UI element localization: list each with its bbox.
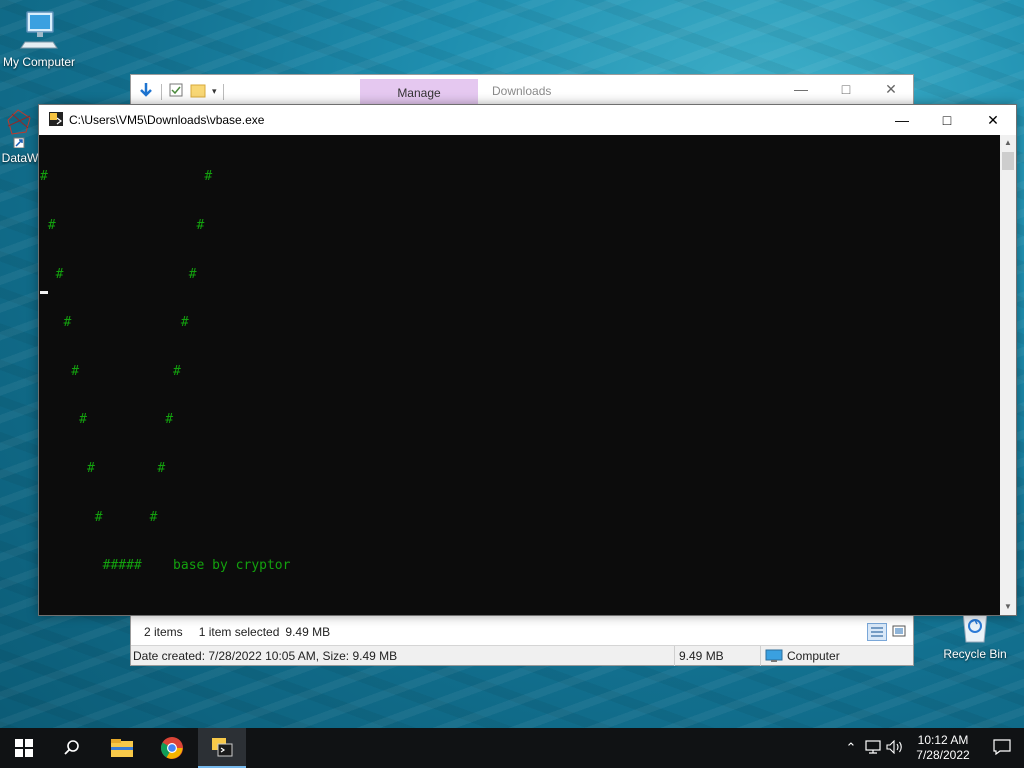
explorer-titlebar[interactable]: ▾ Manage Downloads — □ ✕: [131, 75, 913, 107]
start-button[interactable]: [0, 728, 48, 768]
explorer-minimize-button[interactable]: —: [791, 81, 811, 97]
customize-toolbar-dropdown-icon[interactable]: ▾: [212, 86, 217, 97]
search-icon: [64, 740, 79, 755]
scroll-down-arrow-icon[interactable]: ▼: [1000, 599, 1016, 615]
console-output-area[interactable]: # # # # # # # # # # # # # # # # ##### ba…: [39, 135, 1000, 615]
console-window[interactable]: C:\Users\VM5\Downloads\vbase.exe — □ ✕ #…: [38, 104, 1017, 616]
desktop-icon-dataw[interactable]: DataW: [0, 108, 40, 165]
quick-access-toolbar: ▾: [137, 81, 224, 102]
explorer-maximize-button[interactable]: □: [836, 81, 856, 97]
chrome-icon: [161, 737, 183, 759]
console-line: ##### base by cryptor: [40, 558, 291, 574]
selection-size: 9.49 MB: [285, 625, 331, 639]
network-icon[interactable]: [862, 739, 884, 757]
show-hidden-icons-chevron-up-icon[interactable]: ⌃: [840, 740, 862, 756]
toolbar-divider: [161, 83, 162, 100]
volume-icon[interactable]: [884, 739, 906, 757]
text-cursor: [40, 291, 48, 294]
explorer-title: Downloads: [492, 84, 552, 98]
console-line: # #: [40, 412, 174, 428]
console-app-icon: [49, 112, 63, 126]
console-titlebar[interactable]: C:\Users\VM5\Downloads\vbase.exe — □ ✕: [39, 105, 1016, 135]
scrollbar-thumb[interactable]: [1002, 152, 1014, 170]
large-icons-view-button[interactable]: [890, 623, 910, 641]
selection-count: 1 item selected: [198, 625, 280, 639]
item-count: 2 items: [144, 625, 183, 639]
console-line: # #: [40, 266, 197, 282]
console-close-button[interactable]: ✕: [970, 105, 1016, 135]
explorer-details-bar: Date created: 7/28/2022 10:05 AM, Size: …: [131, 645, 913, 666]
desktop-icon-label: DataW: [1, 151, 39, 165]
desktop-icon-label: Recycle Bin: [943, 647, 1007, 661]
desktop-icon-my-computer[interactable]: My Computer: [0, 8, 78, 69]
large-icons-view-icon: [892, 625, 906, 637]
taskbar-file-explorer[interactable]: [98, 728, 146, 768]
taskbar: ⌃ 10:12 AM 7/28/2022: [0, 728, 1024, 768]
file-details-size: 9.49 MB: [675, 645, 761, 666]
clock-time: 10:12 AM: [917, 733, 969, 747]
console-minimize-button[interactable]: —: [879, 105, 925, 135]
console-line: # #: [40, 315, 189, 331]
taskbar-clock[interactable]: 10:12 AM 7/28/2022: [906, 733, 980, 763]
clock-date: 7/28/2022: [916, 748, 970, 762]
console-app-icon: [212, 738, 233, 757]
details-view-button[interactable]: [867, 623, 887, 641]
console-line: # #: [40, 509, 158, 525]
scroll-up-arrow-icon[interactable]: ▲: [1000, 135, 1016, 151]
start-icon: [15, 739, 33, 757]
console-maximize-button[interactable]: □: [924, 105, 970, 135]
properties-icon[interactable]: [168, 82, 184, 101]
system-tray: ⌃ 10:12 AM 7/28/2022: [840, 728, 1024, 768]
details-location: Computer: [761, 649, 840, 663]
download-arrow-icon[interactable]: [137, 81, 155, 102]
taskbar-console-app[interactable]: [198, 728, 246, 768]
details-view-icon: [871, 627, 883, 637]
shortcut-icon: [7, 109, 31, 149]
details-location-label: Computer: [787, 648, 840, 663]
tab-manage[interactable]: Manage: [360, 79, 478, 107]
explorer-close-button[interactable]: ✕: [881, 81, 901, 98]
console-output-text: # # # # # # # # # # # # # # # # ##### ba…: [40, 137, 290, 607]
console-line: # #: [40, 363, 181, 379]
toolbar-divider: [222, 83, 224, 100]
file-explorer-icon: [111, 739, 133, 757]
file-details-info: Date created: 7/28/2022 10:05 AM, Size: …: [131, 645, 675, 666]
computer-icon: [765, 649, 783, 662]
action-center-notification-icon[interactable]: [980, 738, 1024, 758]
console-line: # #: [40, 461, 166, 477]
console-scrollbar[interactable]: ▲ ▼: [1000, 135, 1016, 615]
desktop-icon-label: My Computer: [2, 55, 76, 69]
console-title: C:\Users\VM5\Downloads\vbase.exe: [69, 113, 265, 127]
search-button[interactable]: [48, 728, 96, 768]
computer-icon: [20, 11, 58, 49]
explorer-status-bar: 2 items 1 item selected 9.49 MB: [131, 619, 913, 645]
taskbar-chrome[interactable]: [148, 728, 196, 768]
console-line: # #: [40, 169, 213, 185]
new-folder-icon[interactable]: [190, 82, 206, 101]
console-line: # #: [40, 218, 205, 234]
